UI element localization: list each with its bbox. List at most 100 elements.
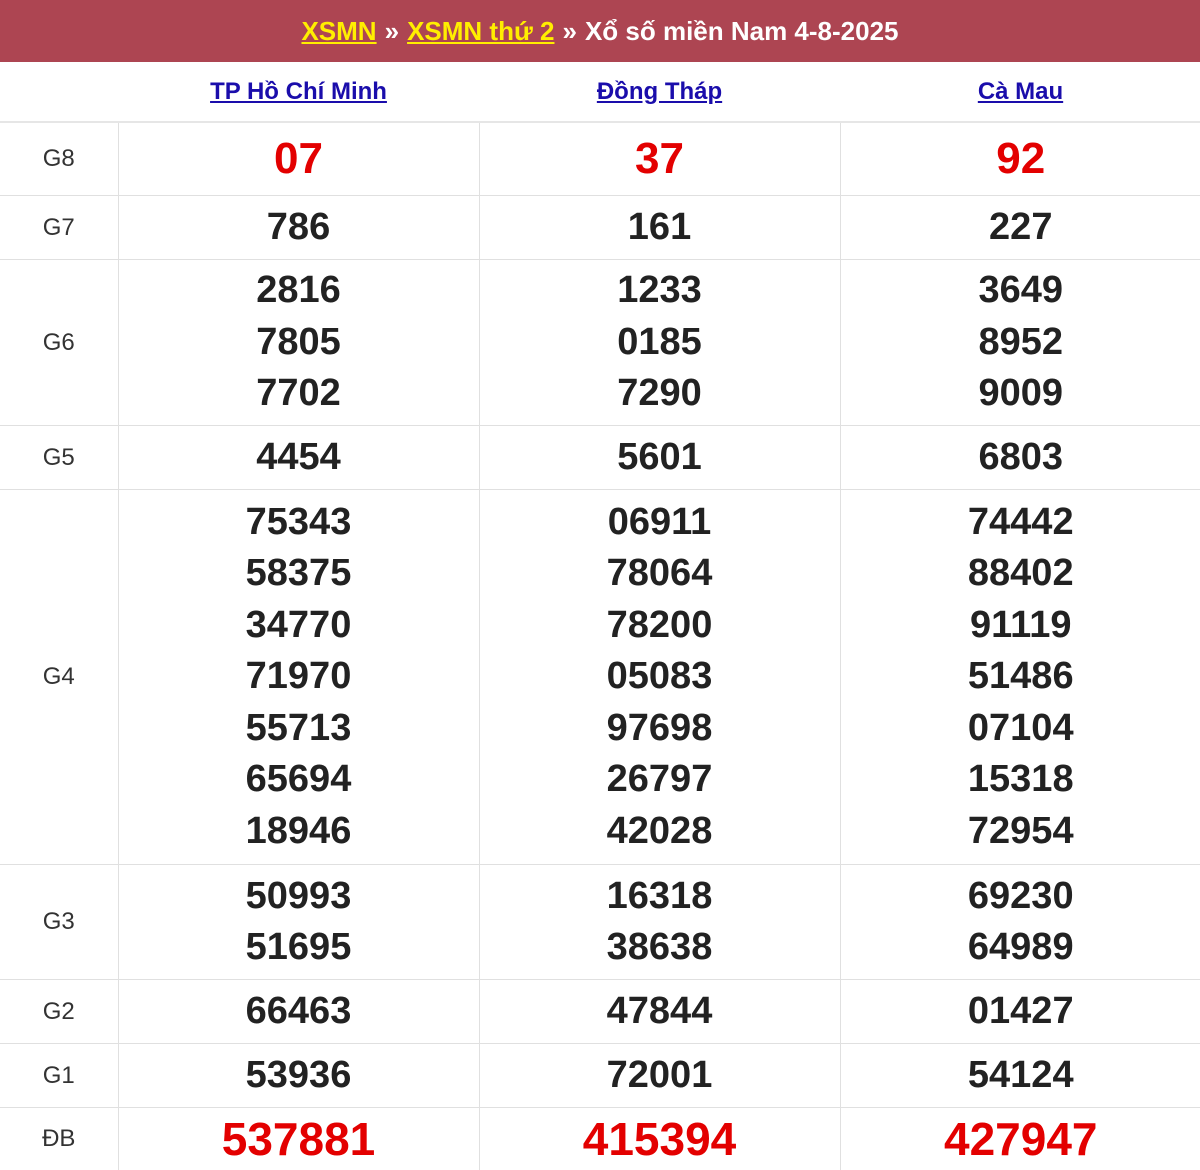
breadcrumb-link-xsmn-thu-2[interactable]: XSMN thứ 2	[407, 16, 554, 47]
prize-cell: 537881	[118, 1108, 479, 1170]
prize-number: 54124	[841, 1050, 1200, 1102]
province-link-dong-thap[interactable]: Đồng Tháp	[597, 78, 722, 105]
prize-number: 88402	[841, 548, 1200, 600]
prize-number: 8952	[841, 317, 1200, 369]
prize-row-g1: G1539367200154124	[0, 1044, 1200, 1108]
prize-cell: 161	[479, 196, 840, 260]
prize-number: 65694	[119, 754, 479, 806]
prize-number: 07104	[841, 703, 1200, 755]
prize-number: 0185	[480, 317, 840, 369]
prize-label: G6	[0, 260, 118, 426]
prize-number: 26797	[480, 754, 840, 806]
prize-cell: 54124	[840, 1044, 1200, 1108]
prize-cell: 281678057702	[118, 260, 479, 426]
prize-row-g8: G8073792	[0, 122, 1200, 196]
prize-cell: 72001	[479, 1044, 840, 1108]
prize-number: 50993	[119, 871, 479, 923]
prize-number: 18946	[119, 806, 479, 858]
prize-column-header	[0, 62, 118, 122]
prize-cell: 227	[840, 196, 1200, 260]
prize-number: 47844	[480, 986, 840, 1038]
prize-number: 74442	[841, 497, 1200, 549]
prize-number: 58375	[119, 548, 479, 600]
prize-row-g6: G6281678057702123301857290364989529009	[0, 260, 1200, 426]
prize-cell: 1631838638	[479, 865, 840, 980]
prize-number: 07	[119, 124, 479, 194]
prize-label: G3	[0, 865, 118, 980]
prize-number: 71970	[119, 651, 479, 703]
prize-number: 92	[841, 124, 1200, 194]
prize-number: 537881	[119, 1109, 479, 1169]
prize-number: 9009	[841, 368, 1200, 420]
prize-number: 3649	[841, 265, 1200, 317]
prize-label: G8	[0, 122, 118, 196]
prize-number: 6803	[841, 432, 1200, 484]
prize-number: 7702	[119, 368, 479, 420]
province-link-ca-mau[interactable]: Cà Mau	[978, 78, 1063, 105]
prize-label: G5	[0, 426, 118, 490]
prize-number: 51486	[841, 651, 1200, 703]
prize-cell: 75343583753477071970557136569418946	[118, 490, 479, 865]
prize-number: 72954	[841, 806, 1200, 858]
prize-number: 7805	[119, 317, 479, 369]
prize-number: 15318	[841, 754, 1200, 806]
breadcrumb-separator: »	[385, 16, 399, 47]
prize-cell: 92	[840, 122, 1200, 196]
prize-label: G4	[0, 490, 118, 865]
prize-number: 415394	[480, 1109, 840, 1169]
prize-number: 05083	[480, 651, 840, 703]
prize-number: 78200	[480, 600, 840, 652]
prize-cell: 47844	[479, 980, 840, 1044]
prize-number: 97698	[480, 703, 840, 755]
breadcrumb-link-xsmn[interactable]: XSMN	[301, 16, 376, 47]
prize-number: 34770	[119, 600, 479, 652]
prize-cell: 364989529009	[840, 260, 1200, 426]
prize-number: 4454	[119, 432, 479, 484]
prize-cell: 4454	[118, 426, 479, 490]
prize-row-g2: G2664634784401427	[0, 980, 1200, 1044]
prize-number: 161	[480, 202, 840, 254]
prize-cell: 74442884029111951486071041531872954	[840, 490, 1200, 865]
prize-number: 64989	[841, 922, 1200, 974]
prize-number: 91119	[841, 600, 1200, 652]
prize-number: 51695	[119, 922, 479, 974]
prize-cell: 6803	[840, 426, 1200, 490]
prize-number: 66463	[119, 986, 479, 1038]
prize-cell: 6923064989	[840, 865, 1200, 980]
prize-cell: 786	[118, 196, 479, 260]
prize-number: 38638	[480, 922, 840, 974]
prize-cell: 06911780647820005083976982679742028	[479, 490, 840, 865]
prize-label: G2	[0, 980, 118, 1044]
prize-row-g4: G475343583753477071970557136569418946069…	[0, 490, 1200, 865]
prize-number: 42028	[480, 806, 840, 858]
prize-number: 427947	[841, 1109, 1200, 1169]
breadcrumb: XSMN » XSMN thứ 2 » Xổ số miền Nam 4-8-2…	[0, 0, 1200, 62]
prize-number: 37	[480, 124, 840, 194]
prize-number: 01427	[841, 986, 1200, 1038]
prize-number: 16318	[480, 871, 840, 923]
prize-number: 227	[841, 202, 1200, 254]
prize-number: 72001	[480, 1050, 840, 1102]
prize-number: 2816	[119, 265, 479, 317]
breadcrumb-separator: »	[562, 16, 576, 47]
prize-cell: 66463	[118, 980, 479, 1044]
prize-number: 75343	[119, 497, 479, 549]
prize-number: 06911	[480, 497, 840, 549]
prize-number: 55713	[119, 703, 479, 755]
prize-cell: 37	[479, 122, 840, 196]
province-header-row: TP Hồ Chí Minh Đồng Tháp Cà Mau	[0, 62, 1200, 122]
results-table: TP Hồ Chí Minh Đồng Tháp Cà Mau G8073792…	[0, 62, 1200, 1170]
prize-cell: 427947	[840, 1108, 1200, 1170]
prize-number: 53936	[119, 1050, 479, 1102]
province-link-hcm[interactable]: TP Hồ Chí Minh	[210, 78, 387, 105]
prize-number: 69230	[841, 871, 1200, 923]
prize-cell: 415394	[479, 1108, 840, 1170]
prize-label: G7	[0, 196, 118, 260]
prize-number: 1233	[480, 265, 840, 317]
prize-cell: 01427	[840, 980, 1200, 1044]
prize-row-g7: G7786161227	[0, 196, 1200, 260]
prize-cell: 53936	[118, 1044, 479, 1108]
prize-number: 7290	[480, 368, 840, 420]
prize-row-db: ĐB537881415394427947	[0, 1108, 1200, 1170]
prize-number: 5601	[480, 432, 840, 484]
